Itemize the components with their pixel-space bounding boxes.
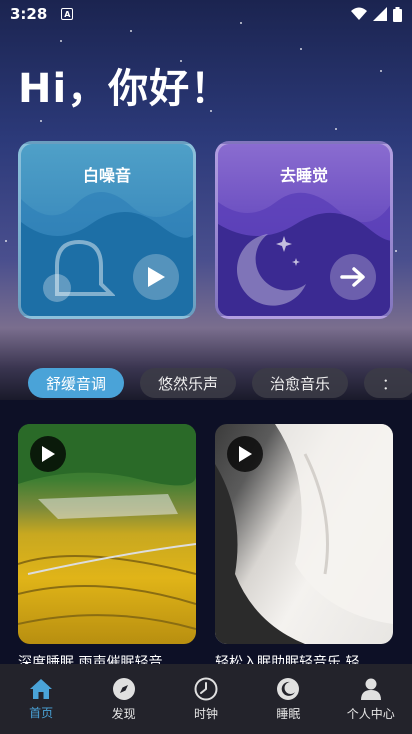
battery-icon (393, 6, 402, 22)
play-button[interactable] (133, 254, 179, 300)
nav-label: 时钟 (193, 706, 218, 721)
nav-discover[interactable]: 发现 (83, 677, 165, 722)
moon-icon (277, 677, 300, 700)
person-icon (360, 678, 381, 700)
home-icon (30, 678, 53, 699)
tab-leisurely-music[interactable]: 悠然乐声 (140, 368, 237, 398)
play-button[interactable] (30, 436, 66, 472)
notification-icon: A (61, 8, 74, 20)
go-sleep-card[interactable]: 去睡觉 (215, 141, 393, 319)
bell-icon (43, 239, 115, 302)
nav-label: 发现 (111, 706, 136, 721)
nav-sleep[interactable]: 睡眠 (247, 677, 329, 722)
card-title: 去睡觉 (279, 166, 328, 185)
tab-healing-music[interactable]: 治愈音乐 (252, 368, 349, 398)
go-button[interactable] (330, 254, 376, 300)
clock-icon (194, 677, 218, 700)
arrow-right-icon (340, 267, 365, 287)
play-button[interactable] (227, 436, 263, 472)
wifi-icon (351, 7, 367, 20)
play-icon (148, 267, 165, 287)
nav-label: 个人中心 (346, 706, 395, 721)
compass-icon (112, 677, 135, 700)
music-item[interactable]: 轻松入眠助眠轻音乐 轻 (215, 424, 393, 670)
nav-clock[interactable]: 时钟 (165, 677, 247, 722)
music-item[interactable]: 深度睡眠 雨声催眠轻音 (18, 424, 196, 670)
signal-icon (373, 7, 387, 21)
sleeping-person-image[interactable] (215, 424, 393, 644)
nav-profile[interactable]: 个人中心 (330, 677, 412, 722)
status-time: 3:28 (10, 5, 48, 23)
play-icon (239, 446, 252, 462)
greeting-title: Hi，你好！ (18, 66, 232, 112)
hero-background: 3:28 A Hi，你好！ 白噪音 去睡觉 (0, 0, 412, 400)
play-icon (42, 446, 55, 462)
bottom-navigation: 首页 发现 时钟 睡眠 个人中心 (0, 664, 412, 734)
tab-soothing-tones[interactable]: 舒缓音调 (28, 368, 125, 398)
rice-terraces-image[interactable] (18, 424, 196, 644)
moon-icon (236, 234, 306, 306)
card-title: 白噪音 (82, 166, 131, 185)
tab-more[interactable]: ： (364, 368, 412, 398)
nav-label: 首页 (29, 705, 54, 720)
status-bar: 3:28 A (0, 0, 412, 28)
nav-home[interactable]: 首页 (0, 678, 82, 721)
nav-label: 睡眠 (276, 706, 301, 721)
white-noise-card[interactable]: 白噪音 (18, 141, 196, 319)
category-tabs: 舒缓音调 悠然乐声 治愈音乐 ： (0, 366, 412, 400)
